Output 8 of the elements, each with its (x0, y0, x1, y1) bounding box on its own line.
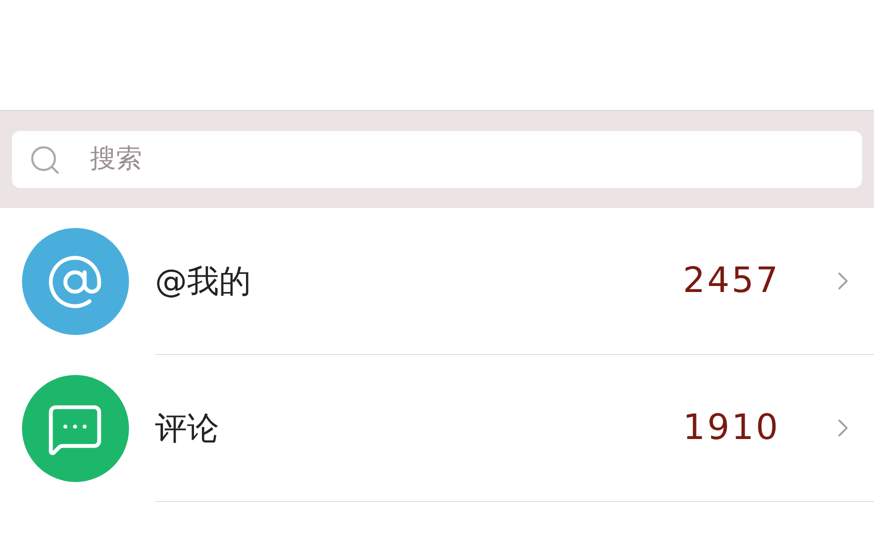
item-label: @我的 (155, 261, 252, 302)
item-label: 评论 (155, 408, 220, 449)
list-item[interactable]: @我的 2457 (0, 208, 874, 355)
item-count: 2457 (682, 260, 780, 303)
search-input[interactable]: 搜索 (90, 140, 846, 179)
item-count: 1910 (682, 406, 780, 450)
list-item[interactable]: 评论 1910 (0, 355, 874, 502)
search-field[interactable]: 搜索 (12, 131, 862, 188)
